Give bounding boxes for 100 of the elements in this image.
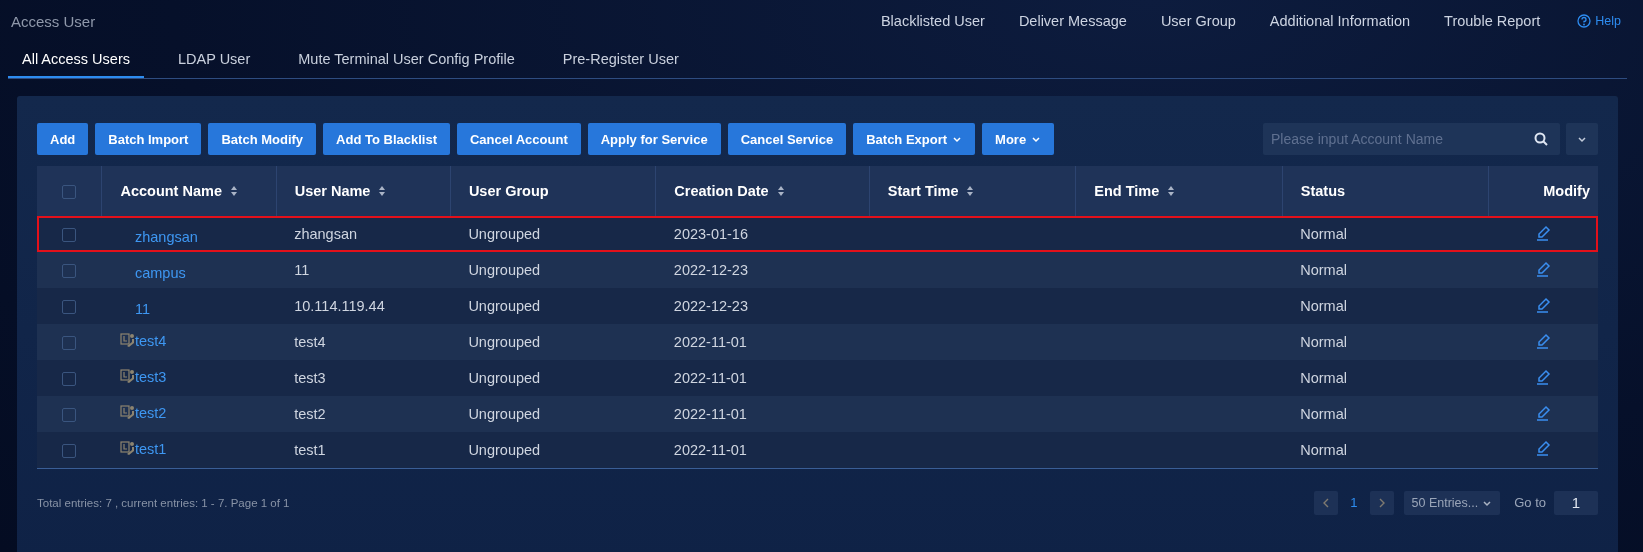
table-cell: Ungrouped [468,226,541,242]
account-link[interactable]: zhangsan [134,228,198,245]
table-cell: 2022-11-01 [673,406,747,422]
table-cell: 11 [294,262,310,278]
search-icon [1534,132,1548,146]
toolbar-button[interactable]: Batch Import [95,123,202,155]
toolbar-button[interactable]: Cancel Account [456,123,581,155]
table-cell: Ungrouped [468,441,541,458]
help-icon [1577,14,1592,28]
column-header: Start Time [887,183,959,199]
table-cell: Normal [1300,262,1347,278]
toolbar-button[interactable]: Apply for Service [587,123,721,155]
table-cell: Ungrouped [468,370,541,386]
page-number[interactable]: 1 [1346,495,1362,510]
account-link[interactable]: test1 [134,440,167,457]
table-cell: Normal [1300,370,1347,386]
toolbar-button[interactable]: Add [37,123,89,155]
column-header: End Time [1094,183,1160,199]
tab[interactable]: All Access Users [8,51,144,78]
toolbar-button[interactable]: Batch Modify [208,123,317,155]
ldap-user-icon [119,369,135,385]
checkbox[interactable] [62,228,77,243]
checkbox[interactable] [62,264,77,279]
checkbox[interactable] [62,300,77,315]
column-header: Status [1300,183,1346,199]
edit-icon[interactable] [1535,440,1551,457]
sort-icon [966,185,975,197]
ldap-user-icon [119,333,135,349]
toolbar-button[interactable]: Cancel Service [727,123,847,155]
edit-icon[interactable] [1535,260,1551,277]
header-link[interactable]: Additional Information [1269,13,1411,29]
edit-icon[interactable] [1535,296,1551,313]
header-link[interactable]: Deliver Message [1018,13,1127,29]
header-link[interactable]: Trouble Report [1444,13,1541,29]
table-cell: zhangsan [294,226,358,242]
account-link[interactable]: test3 [134,368,167,385]
previous-page-button[interactable] [1314,490,1339,515]
page-input[interactable]: 1 [1554,490,1598,515]
table-cell: Normal [1300,406,1347,422]
next-page-button[interactable] [1369,490,1394,515]
page-title: Access User [10,12,96,30]
caret-icon [952,134,963,144]
column-header: User Name [294,183,371,199]
table-cell: 2022-12-23 [673,262,748,278]
sort-icon [1167,185,1176,197]
edit-icon[interactable] [1535,368,1551,385]
checkbox[interactable] [62,408,77,423]
header-link[interactable]: User Group [1160,13,1236,29]
table-cell: Ungrouped [468,262,541,278]
checkbox[interactable] [62,185,77,200]
help-link[interactable]: Help [1577,14,1621,28]
edit-icon[interactable] [1535,224,1551,241]
column-header: Creation Date [674,183,769,199]
checkbox[interactable] [62,443,77,458]
table-cell: 2022-11-01 [673,334,747,350]
column-header: Account Name [120,183,222,199]
edit-icon[interactable] [1535,404,1551,421]
pagination-summary: Total entries: 7 , current entries: 1 - 7. Page 1 of 1 [37,496,290,509]
sort-icon [378,185,387,197]
sort-icon [776,185,785,197]
goto-label: Go to [1514,495,1546,510]
account-link[interactable]: test4 [134,332,167,349]
table-cell: 2022-12-23 [673,298,748,314]
table-cell: 2022-11-01 [673,441,747,458]
table-cell: 2023-01-16 [673,226,748,242]
table-cell: Normal [1300,298,1347,314]
table-cell: Ungrouped [468,406,541,422]
checkbox[interactable] [62,372,77,387]
tab[interactable]: Pre-Register User [548,51,693,78]
table-cell: test4 [294,334,326,350]
search-field[interactable]: Please input Account Name [1263,123,1560,155]
checkbox[interactable] [62,336,77,351]
tab[interactable]: Mute Terminal User Config Profile [284,51,529,78]
table-cell: 2022-11-01 [673,370,747,386]
table-cell: Normal [1300,334,1347,350]
account-link[interactable]: 11 [134,300,150,317]
account-link[interactable]: campus [134,264,186,281]
ldap-user-icon [119,405,135,421]
account-link[interactable]: test2 [134,404,167,421]
toolbar-button[interactable]: Add To Blacklist [323,123,450,155]
table-cell: test1 [294,441,326,458]
column-header: User Group [468,183,549,199]
dropdown-button[interactable]: Batch Export [853,123,976,155]
table-cell: test3 [294,370,326,386]
caret-icon [1577,134,1587,144]
table-cell: Normal [1300,441,1347,458]
dropdown-button[interactable]: More [982,123,1055,155]
column-header: Modify [1543,183,1590,199]
tab[interactable]: LDAP User [164,51,265,78]
table-cell: 10.114.119.44 [294,298,385,314]
sort-icon [230,185,238,197]
table-cell: Ungrouped [468,334,541,350]
table-cell: Ungrouped [468,298,541,314]
ldap-user-icon [119,441,135,456]
table-cell: Normal [1300,226,1347,242]
header-link[interactable]: Blacklisted User [880,13,985,29]
table-cell: test2 [294,406,326,422]
page-size-dropdown[interactable]: 50 Entries... [1403,490,1501,515]
edit-icon[interactable] [1535,332,1551,349]
caret-icon [1031,134,1042,144]
